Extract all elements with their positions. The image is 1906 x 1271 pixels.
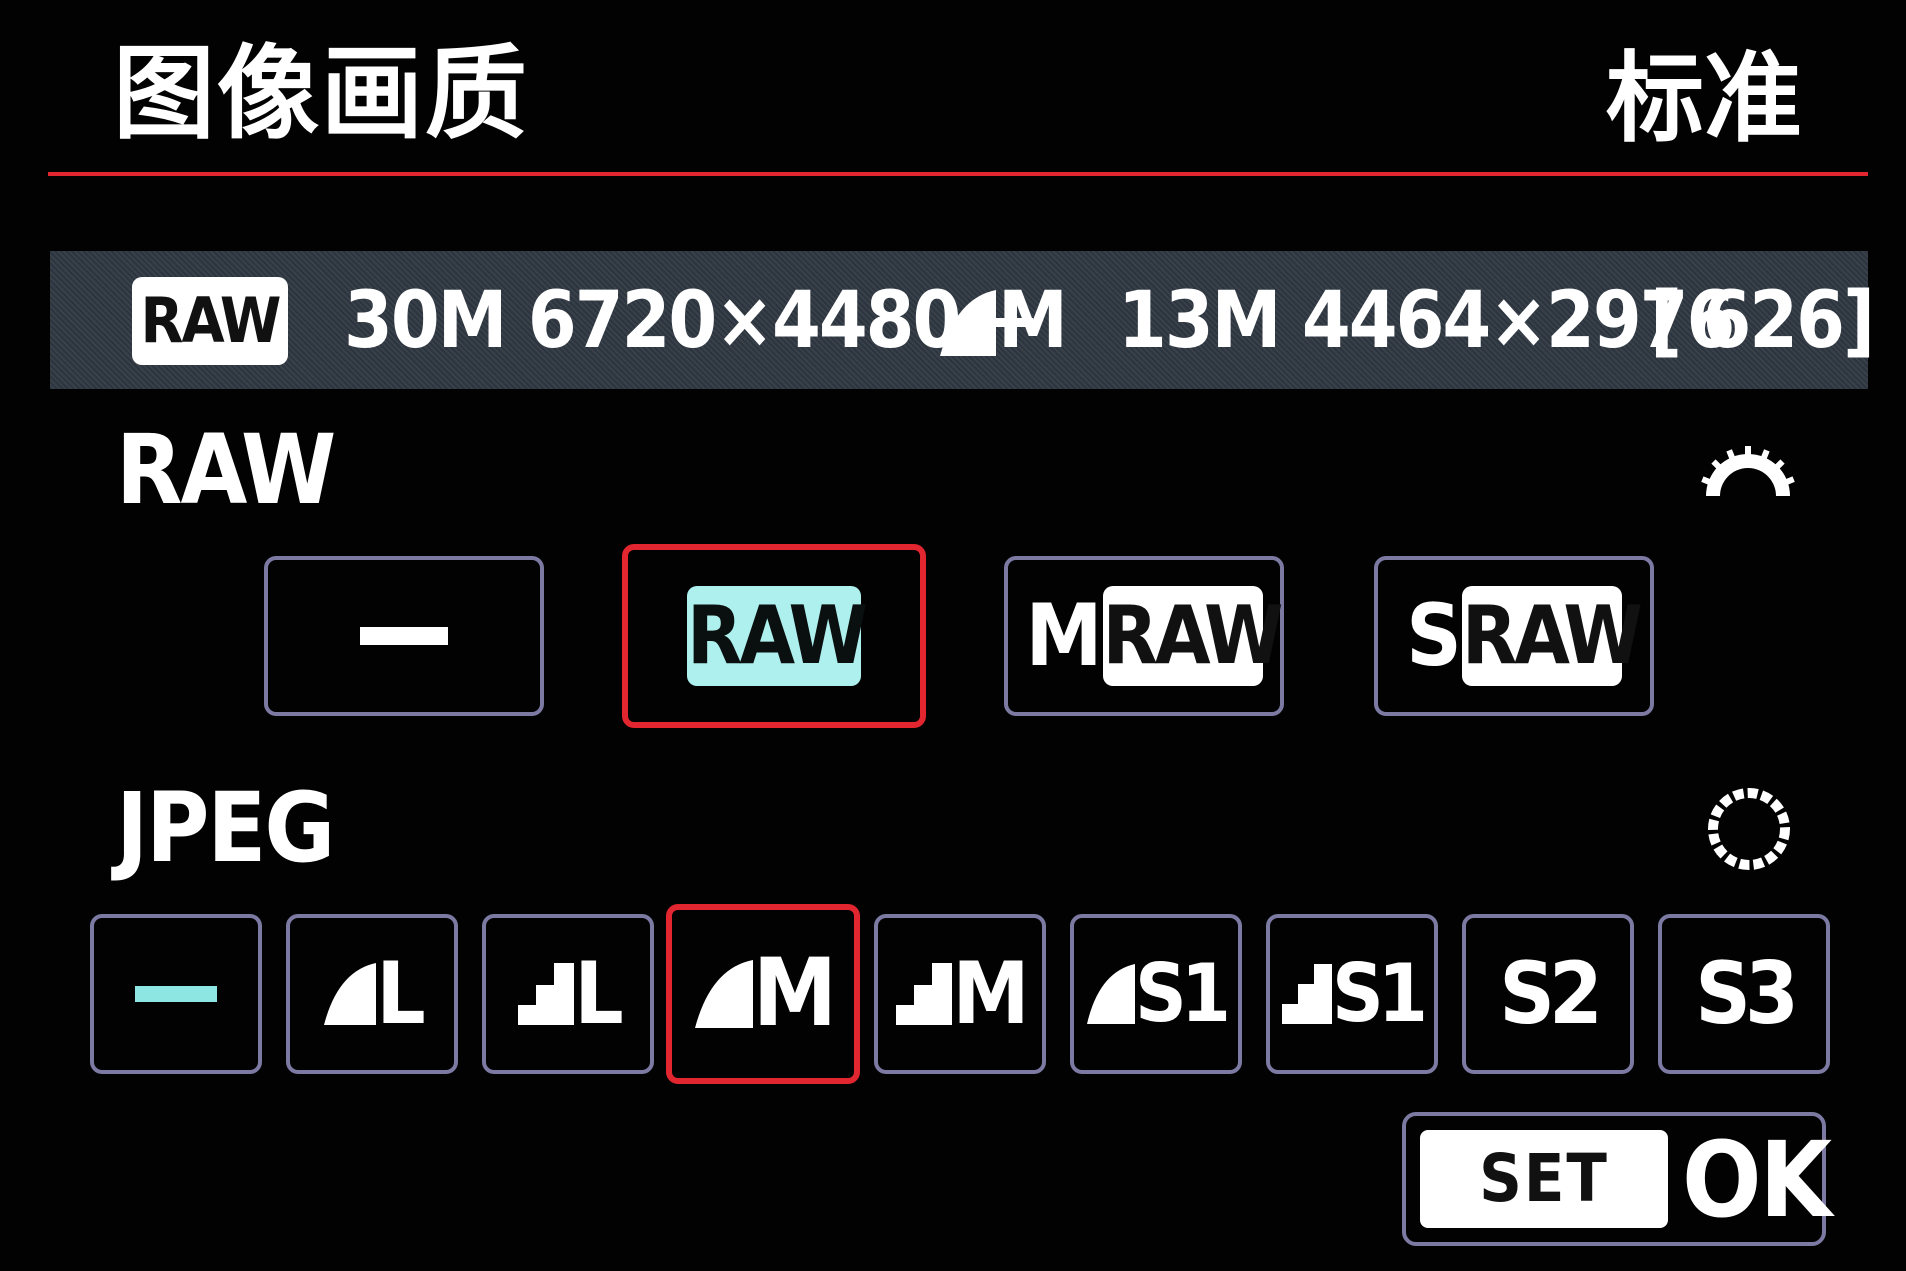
quick-control-dial-icon — [1708, 788, 1790, 870]
jpeg-size-label: M — [952, 944, 1029, 1044]
set-label: SET — [1420, 1130, 1668, 1228]
main-dial-icon — [1701, 446, 1795, 496]
jpeg-option-s2[interactable]: S2 — [1462, 914, 1634, 1074]
raw-option-none[interactable] — [264, 556, 544, 716]
jpeg-option-normal-s1[interactable]: S1 — [1266, 914, 1438, 1074]
jpeg-size-label: S3 — [1695, 944, 1799, 1044]
jpeg-option-s3[interactable]: S3 — [1658, 914, 1830, 1074]
jpeg-size-label: L — [574, 944, 623, 1044]
jpeg-option-fine-m[interactable]: M — [666, 904, 860, 1084]
normal-quality-icon — [518, 963, 575, 1025]
info-jpeg-dims: 13M 4464×2976 — [1118, 276, 1735, 366]
info-raw-badge: RAW — [132, 277, 288, 365]
sraw-prefix: S — [1406, 586, 1462, 686]
jpeg-size-label: S2 — [1499, 944, 1603, 1044]
fine-quality-icon — [1087, 964, 1136, 1024]
dash-icon — [360, 627, 448, 645]
jpeg-size-label: S1 — [1332, 947, 1428, 1040]
menu-mode: 标准 — [1605, 42, 1802, 156]
fine-quality-icon — [324, 963, 377, 1025]
raw-option-mraw[interactable]: M RAW — [1004, 556, 1284, 716]
jpeg-option-none[interactable] — [90, 914, 262, 1074]
mraw-prefix: M — [1025, 586, 1102, 686]
header-divider — [48, 172, 1868, 176]
sraw-label: RAW — [1461, 586, 1643, 686]
info-jpeg-size-label: M — [998, 276, 1068, 366]
jpeg-option-normal-l[interactable]: L — [482, 914, 654, 1074]
jpeg-option-fine-s1[interactable]: S1 — [1070, 914, 1242, 1074]
fine-quality-icon — [694, 960, 753, 1028]
raw-option-label: RAW — [687, 586, 868, 686]
camera-menu-screen: 图像画质 标准 RAW 30M 6720×4480 + M 13M 4464×2… — [0, 0, 1906, 1271]
jpeg-section-label: JPEG — [116, 772, 335, 884]
raw-option-raw[interactable]: RAW — [622, 544, 926, 728]
ok-label: OK — [1682, 1119, 1832, 1241]
menu-title: 图像画质 — [113, 35, 529, 154]
raw-section-label: RAW — [116, 414, 336, 526]
normal-quality-icon — [1282, 964, 1333, 1024]
shots-remaining: [ 626] — [1650, 276, 1875, 366]
raw-option-sraw[interactable]: S RAW — [1374, 556, 1654, 716]
set-ok-button[interactable]: SET OK — [1402, 1112, 1832, 1246]
jpeg-size-label: L — [376, 944, 425, 1044]
jpeg-size-label: S1 — [1135, 947, 1231, 1040]
jpeg-size-label: M — [752, 939, 837, 1048]
normal-quality-icon — [896, 963, 953, 1025]
jpeg-option-fine-l[interactable]: L — [286, 914, 458, 1074]
jpeg-option-normal-m[interactable]: M — [874, 914, 1046, 1074]
fine-quality-icon — [940, 290, 996, 356]
dash-icon — [135, 986, 217, 1002]
info-raw-size: 30M 6720×4480 + — [344, 276, 1041, 366]
mraw-label: RAW — [1102, 586, 1283, 686]
